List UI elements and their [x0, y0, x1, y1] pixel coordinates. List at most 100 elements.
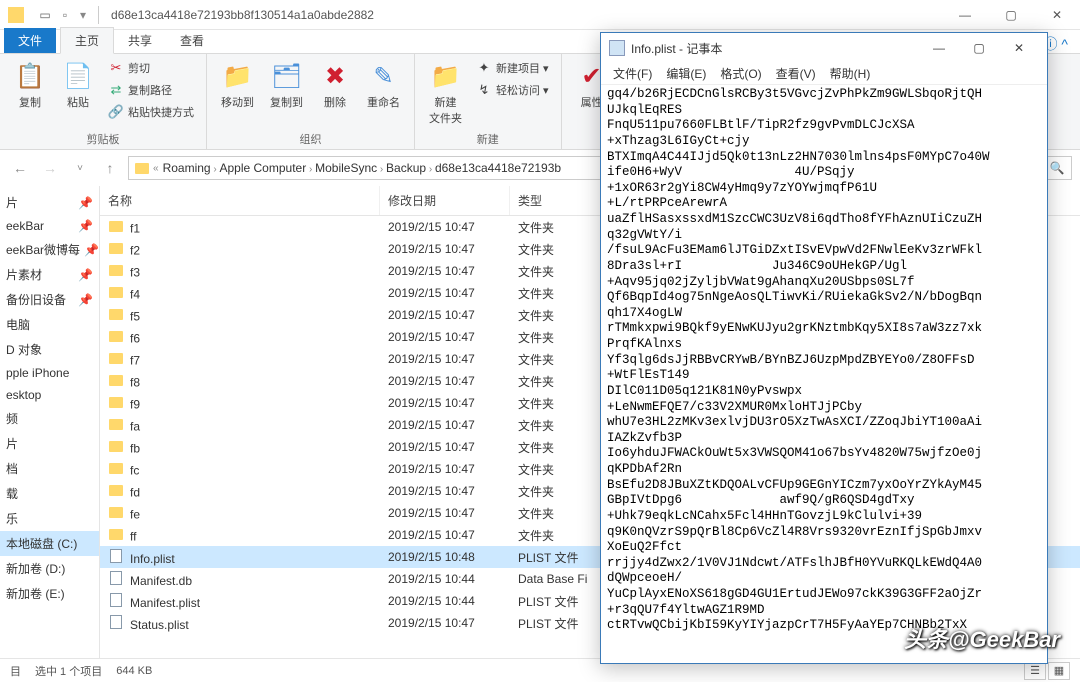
easyaccess-button[interactable]: ↯轻松访问 ▾ [472, 80, 553, 100]
notepad-window[interactable]: Info.plist - 记事本 — ▢ ✕ 文件(F) 编辑(E) 格式(O)… [600, 32, 1048, 664]
group-label-new: 新建 [423, 129, 553, 147]
folder-icon [109, 507, 123, 518]
ribbon-group-clipboard: 📋复制 📄粘贴 ✂剪切 ⇄复制路径 🔗粘贴快捷方式 剪贴板 [0, 54, 207, 149]
folder-icon [109, 441, 123, 452]
pin-icon: 📌 [78, 196, 93, 210]
nav-item[interactable]: 频 [0, 406, 99, 431]
cut-button[interactable]: ✂剪切 [104, 58, 198, 78]
minimize-button[interactable]: — [942, 0, 988, 30]
newitem-button[interactable]: ✦新建项目 ▾ [472, 58, 553, 78]
maximize-button[interactable]: ▢ [988, 0, 1034, 30]
notepad-menubar: 文件(F) 编辑(E) 格式(O) 查看(V) 帮助(H) [601, 63, 1047, 85]
crumb[interactable]: d68e13ca4418e72193b [435, 161, 561, 175]
folder-icon [109, 485, 123, 496]
status-size: 644 KB [116, 665, 152, 677]
np-menu-format[interactable]: 格式(O) [714, 63, 767, 84]
nav-item[interactable]: 乐 [0, 506, 99, 531]
folder-icon [109, 221, 123, 232]
np-menu-view[interactable]: 查看(V) [770, 63, 822, 84]
crumb[interactable]: MobileSync [315, 161, 377, 175]
nav-item[interactable]: 片 [0, 431, 99, 456]
pin-icon: 📌 [84, 243, 99, 257]
notepad-titlebar[interactable]: Info.plist - 记事本 — ▢ ✕ [601, 33, 1047, 63]
file-icon [110, 549, 122, 563]
crumb[interactable]: Roaming [163, 161, 211, 175]
folder-icon [109, 353, 123, 364]
col-name[interactable]: 名称 [100, 186, 380, 215]
np-maximize-button[interactable]: ▢ [959, 34, 999, 62]
newfolder-button[interactable]: 📁新建 文件夹 [423, 58, 468, 128]
view-icons-icon[interactable]: ▦ [1048, 662, 1070, 680]
copypath-button[interactable]: ⇄复制路径 [104, 80, 198, 100]
file-icon [110, 615, 122, 629]
folder-icon [135, 163, 149, 174]
delete-button[interactable]: ✖删除 [313, 58, 357, 112]
status-items: 目 [10, 663, 21, 679]
np-minimize-button[interactable]: — [919, 34, 959, 62]
folder-icon [109, 265, 123, 276]
paste-button[interactable]: 📄粘贴 [56, 58, 100, 112]
paste-shortcut-button[interactable]: 🔗粘贴快捷方式 [104, 102, 198, 122]
nav-item[interactable]: 片素材📌 [0, 262, 99, 287]
back-button[interactable]: ← [8, 156, 32, 180]
nav-item[interactable]: 载 [0, 481, 99, 506]
group-label-clipboard: 剪贴板 [8, 129, 198, 147]
crumb[interactable]: Apple Computer [219, 161, 306, 175]
folder-icon [8, 7, 24, 23]
notepad-content[interactable]: gq4/b26RjECDCnGlsRCBy3t5VGvcjZvPhPkZm9GW… [601, 85, 1047, 663]
folder-icon [109, 463, 123, 474]
qat-dropdown-icon[interactable]: ▾ [80, 8, 86, 22]
moveto-button[interactable]: 📁移动到 [215, 58, 260, 112]
np-menu-edit[interactable]: 编辑(E) [660, 63, 712, 84]
qat-new-icon[interactable]: ▫ [56, 6, 74, 24]
ribbon-group-organize: 📁移动到 🗂复制到 ✖删除 ✎重命名 组织 [207, 54, 415, 149]
status-selected: 选中 1 个项目 [35, 663, 102, 679]
forward-button[interactable]: → [38, 156, 62, 180]
nav-item[interactable]: D 对象 [0, 337, 99, 362]
folder-icon [109, 331, 123, 342]
tab-share[interactable]: 共享 [114, 28, 166, 53]
ribbon-group-new: 📁新建 文件夹 ✦新建项目 ▾ ↯轻松访问 ▾ 新建 [415, 54, 562, 149]
rename-button[interactable]: ✎重命名 [361, 58, 406, 112]
notepad-icon [609, 40, 625, 56]
np-menu-help[interactable]: 帮助(H) [824, 63, 877, 84]
nav-item[interactable]: 备份旧设备📌 [0, 287, 99, 312]
col-date[interactable]: 修改日期 [380, 186, 510, 215]
folder-icon [109, 375, 123, 386]
qat-properties-icon[interactable]: ▭ [36, 6, 54, 24]
copy-button[interactable]: 📋复制 [8, 58, 52, 112]
folder-icon [109, 529, 123, 540]
nav-item[interactable]: 本地磁盘 (C:) [0, 531, 99, 556]
folder-icon [109, 243, 123, 254]
nav-item[interactable]: eekBar微博每📌 [0, 237, 99, 262]
nav-item[interactable]: 档 [0, 456, 99, 481]
group-label-organize: 组织 [215, 129, 406, 147]
up-button[interactable]: ↑ [98, 156, 122, 180]
nav-item[interactable]: 片📌 [0, 190, 99, 215]
nav-item[interactable]: 新加卷 (D:) [0, 556, 99, 581]
close-button[interactable]: ✕ [1034, 0, 1080, 30]
folder-icon [109, 309, 123, 320]
tab-file[interactable]: 文件 [4, 28, 56, 53]
pin-icon: 📌 [78, 293, 93, 307]
nav-item[interactable]: esktop [0, 384, 99, 406]
np-close-button[interactable]: ✕ [999, 34, 1039, 62]
tab-view[interactable]: 查看 [166, 28, 218, 53]
folder-icon [109, 287, 123, 298]
pin-icon: 📌 [78, 268, 93, 282]
nav-tree[interactable]: 片📌eekBar📌eekBar微博每📌片素材📌备份旧设备📌电脑D 对象pple … [0, 186, 100, 658]
view-details-icon[interactable]: ☰ [1024, 662, 1046, 680]
copyto-button[interactable]: 🗂复制到 [264, 58, 309, 112]
file-icon [110, 593, 122, 607]
np-menu-file[interactable]: 文件(F) [607, 63, 658, 84]
recent-dropdown[interactable]: ˅ [68, 156, 92, 180]
nav-item[interactable]: pple iPhone [0, 362, 99, 384]
window-title: d68e13ca4418e72193bb8f130514a1a0abde2882 [111, 8, 374, 22]
nav-item[interactable]: 电脑 [0, 312, 99, 337]
crumb[interactable]: Backup [386, 161, 426, 175]
nav-item[interactable]: 新加卷 (E:) [0, 581, 99, 606]
file-icon [110, 571, 122, 585]
folder-icon [109, 397, 123, 408]
tab-home[interactable]: 主页 [60, 27, 114, 54]
nav-item[interactable]: eekBar📌 [0, 215, 99, 237]
